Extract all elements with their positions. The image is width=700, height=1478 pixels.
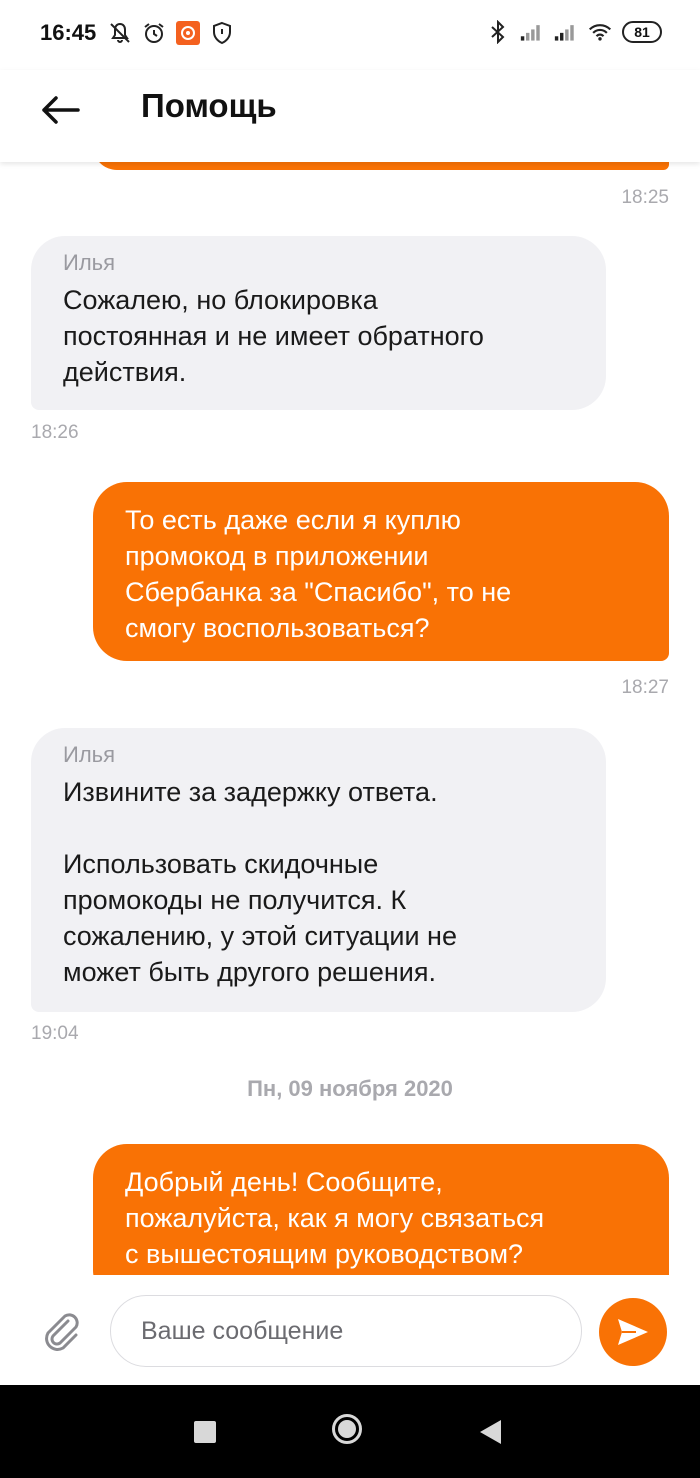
signal-icon xyxy=(520,19,544,45)
message-composer xyxy=(0,1275,700,1385)
app-notification-icon xyxy=(176,20,200,46)
send-arrow-icon xyxy=(618,1319,648,1345)
alarm-icon xyxy=(142,20,166,46)
bluetooth-icon xyxy=(486,19,510,45)
page-title: Помощь xyxy=(141,87,277,124)
message-bubble-outgoing xyxy=(93,162,669,170)
message-text: То есть даже если я куплю промокод в при… xyxy=(125,505,512,643)
sender-name: Илья xyxy=(63,250,116,275)
message-bubble-incoming: Илья Извините за задержку ответа. Исполь… xyxy=(31,728,606,1012)
message-time: 18:25 xyxy=(621,187,669,208)
message-input[interactable] xyxy=(110,1295,582,1367)
message-time: 19:04 xyxy=(31,1023,79,1044)
wifi-icon xyxy=(588,19,612,45)
chat-thread[interactable]: 18:25 Илья Сожалею, но блокировка постоя… xyxy=(0,162,700,1275)
message-time: 18:27 xyxy=(621,677,669,698)
status-icons-right: 81 xyxy=(486,19,662,45)
arrow-left-icon xyxy=(42,96,80,124)
mute-bell-icon xyxy=(108,20,132,46)
back-button[interactable] xyxy=(40,90,88,130)
recents-icon[interactable] xyxy=(194,1421,216,1443)
home-icon-inner xyxy=(338,1420,356,1438)
message-text: Добрый день! Сообщите, пожалуйста, как я… xyxy=(125,1167,545,1269)
system-nav-bar xyxy=(0,1385,700,1478)
home-icon[interactable] xyxy=(332,1414,362,1444)
paperclip-icon xyxy=(45,1313,79,1351)
message-bubble-incoming: Илья Сожалею, но блокировка постоянная и… xyxy=(31,236,606,410)
status-time: 16:45 xyxy=(40,20,97,45)
battery-icon: 81 xyxy=(622,21,662,43)
message-text: Сожалею, но блокировка постоянная и не и… xyxy=(63,285,484,387)
sender-name: Илья xyxy=(63,742,116,767)
shield-icon xyxy=(210,20,234,46)
app-header: Помощь xyxy=(0,70,700,162)
date-separator: Пн, 09 ноября 2020 xyxy=(247,1076,453,1101)
send-button[interactable] xyxy=(599,1298,667,1366)
message-bubble-outgoing: Добрый день! Сообщите, пожалуйста, как я… xyxy=(93,1144,669,1275)
back-triangle-icon[interactable] xyxy=(480,1420,501,1444)
attach-button[interactable] xyxy=(36,1305,84,1353)
status-bar: 16:45 81 xyxy=(0,0,700,70)
message-text: Извините за задержку ответа. Использоват… xyxy=(63,777,457,987)
message-bubble-outgoing: То есть даже если я куплю промокод в при… xyxy=(93,482,669,661)
signal-icon xyxy=(554,19,578,45)
status-icons-left xyxy=(108,20,234,46)
message-time: 18:26 xyxy=(31,422,79,443)
